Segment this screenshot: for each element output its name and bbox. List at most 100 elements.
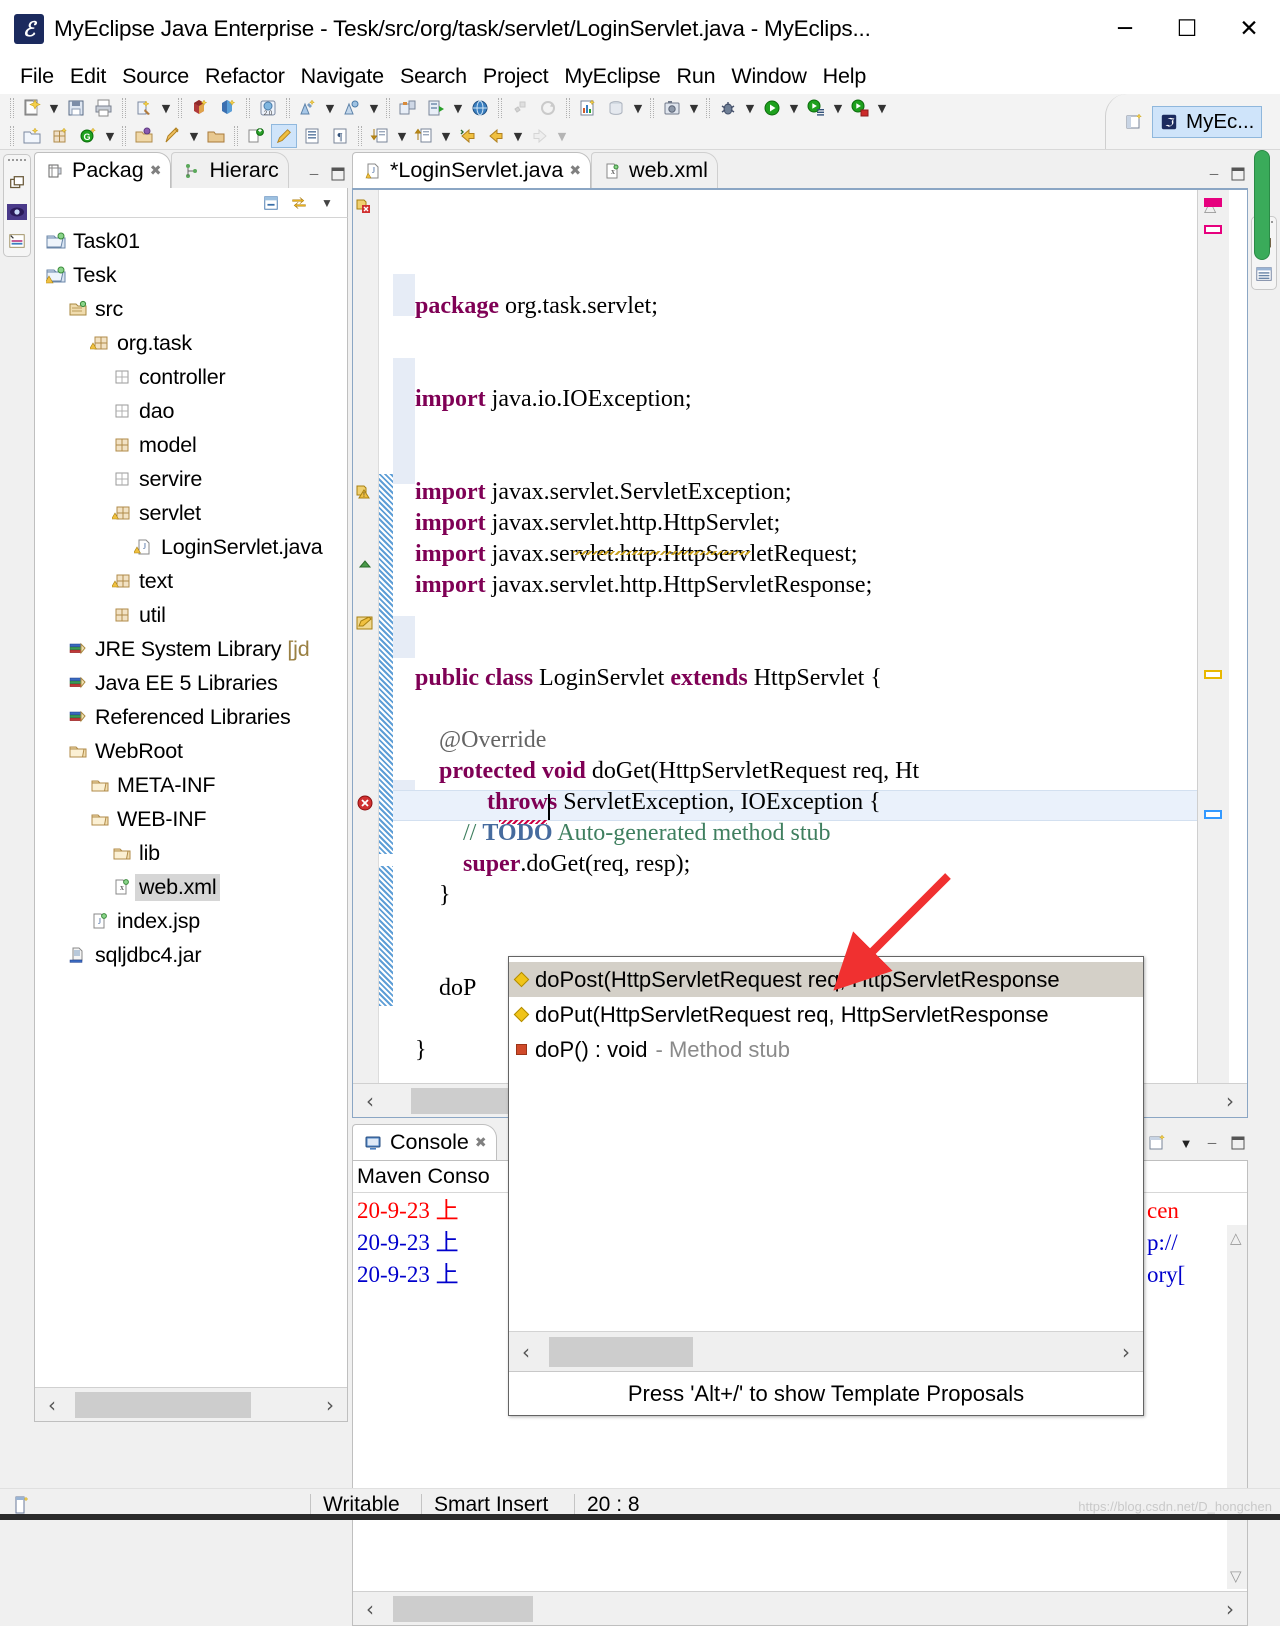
tree-item-servire[interactable]: servire [35,462,347,496]
ruler-marker[interactable] [1204,198,1222,207]
web-browser-icon[interactable] [467,96,493,120]
editor-tab-webxml[interactable]: x web.xml [591,152,718,188]
editor-folding-column[interactable] [393,190,415,1117]
close-button[interactable]: ✕ [1218,0,1280,58]
generate-icon[interactable]: G [75,124,101,148]
quick-fix-dropdown-icon[interactable]: ▼ [186,124,202,148]
external-tools-icon[interactable] [847,96,873,120]
tree-item-model[interactable]: model [35,428,347,462]
tree-item-web-xml[interactable]: x web.xml [35,870,347,904]
tree-item-util[interactable]: util [35,598,347,632]
myeclipse-explorer-icon[interactable] [6,201,28,223]
ruler-marker[interactable] [1204,670,1222,679]
hscroll-thumb[interactable] [549,1336,693,1367]
scroll-left-icon[interactable]: ‹ [353,1089,387,1113]
debug-icon[interactable] [715,96,741,120]
forward-icon[interactable] [483,124,509,148]
toolbar-grip[interactable] [286,98,290,118]
next-annotation-icon[interactable] [367,124,393,148]
toolbar-grip[interactable] [122,126,126,146]
view-menu-icon[interactable]: ▼ [319,195,335,211]
new-project-icon[interactable] [19,124,45,148]
tree-item-referenced-libraries[interactable]: Referenced Libraries [35,700,347,734]
tree-item-tesk[interactable]: Tesk [35,258,347,292]
new-java-dropdown-icon[interactable]: ▼ [158,96,174,120]
run-dropdown-icon[interactable]: ▼ [786,96,802,120]
previous-annotation-icon[interactable] [411,124,437,148]
debug-dropdown-icon[interactable]: ▼ [742,96,758,120]
new-package-icon[interactable] [47,124,73,148]
tree-item-index-jsp[interactable]: Jindex.jsp [35,904,347,938]
collapse-all-icon[interactable] [263,195,279,211]
new-wizard-icon[interactable] [19,96,45,120]
tree-item-dao[interactable]: dao [35,394,347,428]
new-class-icon[interactable] [187,96,213,120]
hscroll-thumb[interactable] [75,1391,251,1418]
maximize-button[interactable]: ☐ [1156,0,1218,58]
maximize-editor-button[interactable] [1230,166,1246,182]
menu-search[interactable]: Search [392,62,475,91]
back-dropdown-icon[interactable]: ▼ [510,124,526,148]
maximize-console-button[interactable] [1230,1135,1246,1151]
snapshot-dropdown-icon[interactable]: ▼ [686,96,702,120]
tree-item-web-inf[interactable]: WEB-INF [35,802,347,836]
minimize-button[interactable]: ─ [1094,0,1156,58]
perspective-tab-myeclipse[interactable]: ℑ MyEc... [1152,106,1263,138]
tree-item-lib[interactable]: lib [35,836,347,870]
new-console-view-icon[interactable] [1146,1132,1168,1154]
open-folder-icon[interactable] [131,124,157,148]
tree-item-src[interactable]: src [35,292,347,326]
tree-item-java-ee-5-libraries[interactable]: Java EE 5 Libraries [35,666,347,700]
print-icon[interactable] [91,96,117,120]
outline-icon[interactable] [6,230,28,252]
tree-item-meta-inf[interactable]: META-INF [35,768,347,802]
run-icon[interactable] [759,96,785,120]
editor-gutter[interactable]: ! [353,190,379,1117]
minimize-console-button[interactable]: ─ [1204,1135,1220,1151]
new-java-package-icon[interactable] [131,96,157,120]
run-server-icon[interactable] [423,96,449,120]
tree-item-webroot[interactable]: WebRoot [35,734,347,768]
tree-item-servlet[interactable]: servlet [35,496,347,530]
menu-window[interactable]: Window [723,62,814,91]
scroll-down-arrow-icon[interactable]: ▽ [1230,1567,1242,1585]
minimize-editor-button[interactable]: ─ [1206,166,1222,182]
menu-run[interactable]: Run [669,62,724,91]
back-icon[interactable] [455,124,481,148]
tab-hierarchy[interactable]: Hierarc [171,152,289,188]
menu-myeclipse[interactable]: MyEclipse [556,62,668,91]
console-vscrollbar[interactable]: △ ▽ [1227,1225,1247,1589]
menu-edit[interactable]: Edit [62,62,114,91]
scroll-left-icon[interactable]: ‹ [353,1597,387,1621]
new-wizard-dropdown-icon[interactable]: ▼ [46,96,62,120]
package-explorer-tree[interactable]: Task01 Tesk src org.task controller dao model s… [34,218,348,1422]
close-icon[interactable]: ✖ [569,163,581,179]
deploy-icon[interactable] [395,96,421,120]
save-icon[interactable] [63,96,89,120]
generate-dropdown-icon[interactable]: ▼ [102,124,118,148]
deploy-dropdown-icon[interactable]: ▼ [450,96,466,120]
tree-item-sqljdbc4-jar[interactable]: sqljdbc4.jar [35,938,347,972]
toolbar-grip[interactable] [178,98,182,118]
hscroll-track[interactable] [69,1388,313,1422]
editor-tab-loginservlet[interactable]: J *LoginServlet.java ✖ [352,152,592,188]
proposal-item[interactable]: doP() : void - Method stub [509,1032,1143,1067]
editor-overview-ruler[interactable]: △ [1197,190,1229,1084]
proposal-item[interactable]: doPost(HttpServletRequest req, HttpServl… [509,962,1143,997]
toolbar-grip[interactable] [246,98,250,118]
refresh-icon[interactable] [535,96,561,120]
run-configurations-dropdown-icon[interactable]: ▼ [830,96,846,120]
toolbar-grip[interactable] [234,126,238,146]
toolbar-grip[interactable] [706,98,710,118]
scroll-left-icon[interactable]: ‹ [35,1393,69,1417]
menu-source[interactable]: Source [114,62,197,91]
menu-project[interactable]: Project [475,62,557,91]
hscroll-track[interactable] [387,1592,1213,1626]
menu-file[interactable]: File [12,62,62,91]
database-icon[interactable] [603,96,629,120]
paragraph-icon[interactable]: ¶ [327,124,353,148]
menu-navigate[interactable]: Navigate [293,62,392,91]
console-hscrollbar[interactable]: ‹ › [353,1591,1247,1625]
drag-handle[interactable] [8,159,26,165]
toolbar-grip[interactable] [650,98,654,118]
